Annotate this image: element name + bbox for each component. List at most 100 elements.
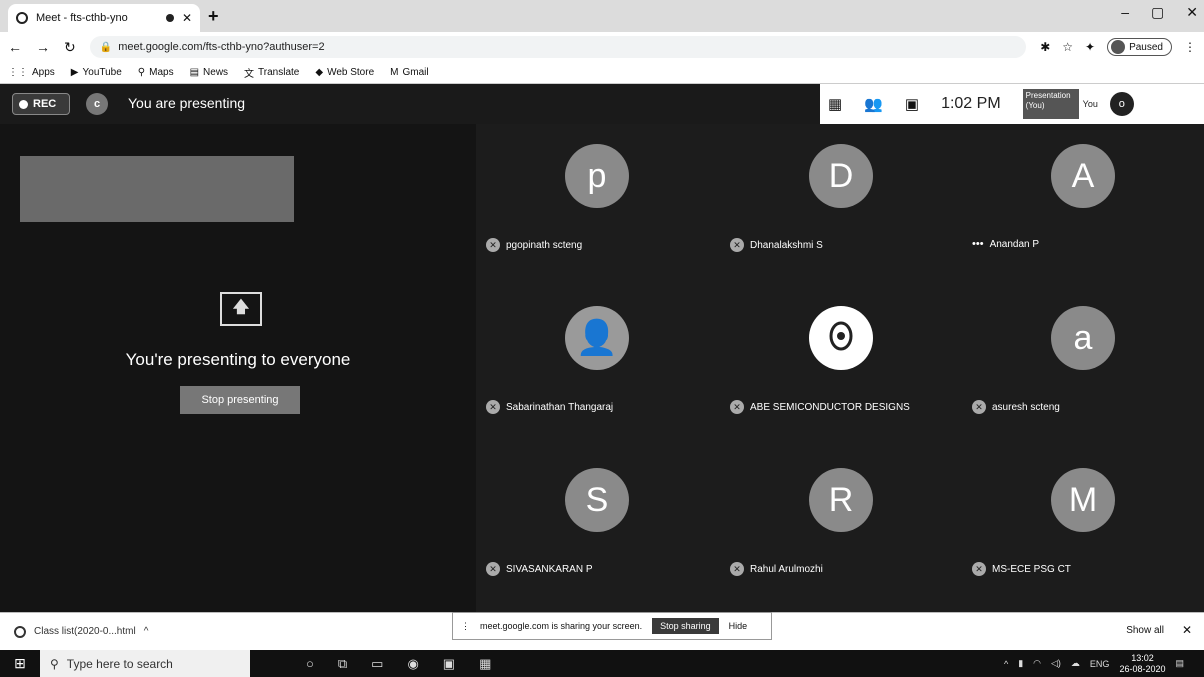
- minimize-icon[interactable]: –: [1121, 4, 1129, 21]
- system-clock[interactable]: 13:02 26-08-2020: [1119, 653, 1165, 675]
- chrome-icon[interactable]: ◉: [407, 656, 418, 672]
- presenting-message: You're presenting to everyone: [125, 350, 351, 369]
- youtube-icon: ▶: [70, 67, 79, 78]
- bookmark-news[interactable]: ▤ News: [190, 67, 228, 78]
- reload-icon[interactable]: ↻: [64, 39, 76, 56]
- recording-indicator-icon: [165, 14, 174, 22]
- company-logo-icon: [829, 321, 853, 351]
- you-label: You: [1082, 99, 1098, 109]
- screen-sharing-bar: ⋮ meet.google.com is sharing your screen…: [452, 612, 772, 640]
- record-dot-icon: [19, 99, 28, 109]
- participant-tile[interactable]: D ✕ Dhanalakshmi S: [720, 124, 962, 286]
- file-explorer-icon[interactable]: ▭: [371, 656, 383, 672]
- stop-presenting-button[interactable]: Stop presenting: [180, 386, 300, 414]
- menu-icon[interactable]: ⋮: [1184, 40, 1196, 54]
- presentation-preview: [20, 156, 294, 222]
- mic-muted-icon: ✕: [972, 562, 986, 576]
- download-item[interactable]: Class list(2020-0...html ^: [14, 625, 149, 638]
- star-icon[interactable]: ☆: [1062, 40, 1073, 54]
- taskbar-search[interactable]: ⚲ Type here to search: [40, 650, 250, 677]
- participant-tile[interactable]: 👤 ✕ Sabarinathan Thangaraj: [476, 286, 718, 448]
- browser-tab[interactable]: Meet - fts-cthb-yno ✕: [8, 4, 200, 32]
- participant-name-row: ✕ ABE SEMICONDUCTOR DESIGNS: [730, 400, 910, 414]
- profile-status: Paused: [1129, 41, 1163, 53]
- chat-icon[interactable]: ▣: [905, 95, 919, 113]
- notifications-icon[interactable]: ▤: [1175, 658, 1184, 669]
- new-tab-button[interactable]: +: [208, 6, 219, 27]
- app-icon[interactable]: ▦: [479, 656, 491, 672]
- app-icon[interactable]: ▣: [443, 656, 455, 672]
- participant-logo: [809, 306, 873, 370]
- back-icon[interactable]: ←: [8, 39, 22, 55]
- puzzle-icon[interactable]: ✦: [1085, 40, 1095, 54]
- bookmark-translate[interactable]: 文 Translate: [244, 65, 299, 80]
- hide-button[interactable]: Hide: [729, 621, 748, 631]
- presentation-panel: 🡅 You're presenting to everyone Stop pre…: [0, 124, 476, 612]
- participant-name-row: ✕ Rahul Arulmozhi: [730, 562, 823, 576]
- window-controls: – ▢ ✕: [1121, 4, 1198, 21]
- participant-tile[interactable]: A ••• Anandan P: [962, 124, 1204, 286]
- maximize-icon[interactable]: ▢: [1151, 4, 1164, 21]
- bookmark-maps[interactable]: ⚲ Maps: [138, 67, 174, 78]
- windows-start-icon[interactable]: ⊞: [0, 650, 40, 677]
- bookmark-gmail[interactable]: M Gmail: [390, 67, 428, 78]
- task-view-icon[interactable]: ⧉: [338, 656, 347, 672]
- participant-avatar: a: [1051, 306, 1115, 370]
- language-indicator[interactable]: ENG: [1090, 659, 1110, 669]
- stop-sharing-button[interactable]: Stop sharing: [652, 618, 719, 634]
- bookmark-web-store[interactable]: ◆ Web Store: [315, 67, 374, 78]
- participant-tile[interactable]: S ✕ SIVASANKARAN P: [476, 448, 718, 610]
- meet-top-controls: ▦ 👥 ▣ 1:02 PM Presentation (You) You o: [820, 84, 1204, 124]
- participant-name-row: ✕ pgopinath scteng: [486, 238, 582, 252]
- participant-tile[interactable]: M ✕ MS-ECE PSG CT: [962, 448, 1204, 610]
- profile-avatar: [1111, 40, 1126, 54]
- url-field[interactable]: 🔒 meet.google.com/fts-cthb-yno?authuser=…: [89, 36, 1027, 58]
- participant-name-row: ✕ SIVASANKARAN P: [486, 562, 593, 576]
- extension-icon[interactable]: ✱: [1040, 40, 1050, 54]
- participant-name-row: ✕ asuresh scteng: [972, 400, 1060, 414]
- chevron-up-icon[interactable]: ^: [1004, 659, 1008, 669]
- clock-date: 26-08-2020: [1119, 663, 1166, 674]
- chevron-up-icon[interactable]: ^: [144, 626, 149, 637]
- forward-icon[interactable]: →: [36, 39, 50, 55]
- participant-name-row: ••• Anandan P: [972, 238, 1040, 250]
- present-screen-icon: 🡅: [220, 292, 262, 326]
- bookmark-apps[interactable]: ⋮⋮ Apps: [8, 67, 55, 78]
- participant-avatar: p: [565, 144, 629, 208]
- mic-muted-icon: ✕: [730, 400, 744, 414]
- tab-close-icon[interactable]: ✕: [182, 11, 192, 25]
- participant-avatar: R: [809, 468, 873, 532]
- participant-tile[interactable]: R ✕ Rahul Arulmozhi: [720, 448, 962, 610]
- battery-icon[interactable]: ▮: [1018, 658, 1023, 669]
- search-placeholder: Type here to search: [66, 656, 173, 671]
- wifi-icon[interactable]: ◠: [1033, 658, 1041, 669]
- bookmark-youtube[interactable]: ▶ YouTube: [71, 67, 122, 78]
- participant-tile[interactable]: p ✕ pgopinath scteng: [476, 124, 718, 286]
- show-all-button[interactable]: Show all: [1126, 625, 1164, 636]
- cortana-icon[interactable]: ○: [306, 656, 314, 672]
- participant-avatar: D: [809, 144, 873, 208]
- download-filename: Class list(2020-0...html: [34, 626, 136, 637]
- presenting-title: You are presenting: [128, 95, 246, 111]
- participant-avatar: M: [1051, 468, 1115, 532]
- participant-tile[interactable]: a ✕ asuresh scteng: [962, 286, 1204, 448]
- layout-grid-icon[interactable]: ▦: [828, 95, 842, 113]
- participant-tile[interactable]: ✕ ABE SEMICONDUCTOR DESIGNS: [720, 286, 962, 448]
- participants-icon[interactable]: 👥: [864, 95, 883, 113]
- mic-muted-icon: ✕: [730, 562, 744, 576]
- downloads-close-icon[interactable]: ✕: [1182, 623, 1192, 637]
- presentation-thumbnail[interactable]: Presentation (You): [1022, 89, 1079, 119]
- profile-button[interactable]: Paused: [1107, 38, 1172, 56]
- meet-top-bar: REC c You are presenting ▦ 👥 ▣ 1:02 PM P…: [0, 84, 1204, 124]
- news-icon: ▤: [189, 67, 200, 78]
- web-store-icon: ◆: [315, 67, 324, 78]
- volume-icon[interactable]: ◁): [1051, 658, 1061, 669]
- window-close-icon[interactable]: ✕: [1186, 4, 1198, 21]
- cloud-icon[interactable]: ☁: [1071, 658, 1080, 669]
- windows-taskbar: ⊞ ⚲ Type here to search ○ ⧉ ▭ ◉ ▣ ▦ ^ ▮ …: [0, 650, 1204, 677]
- taskbar-apps: ○ ⧉ ▭ ◉ ▣ ▦: [306, 656, 491, 672]
- drag-handle-icon[interactable]: ⋮: [461, 621, 470, 632]
- you-avatar[interactable]: o: [1109, 92, 1134, 116]
- tab-title: Meet - fts-cthb-yno: [36, 12, 128, 24]
- recording-badge: REC: [12, 93, 70, 115]
